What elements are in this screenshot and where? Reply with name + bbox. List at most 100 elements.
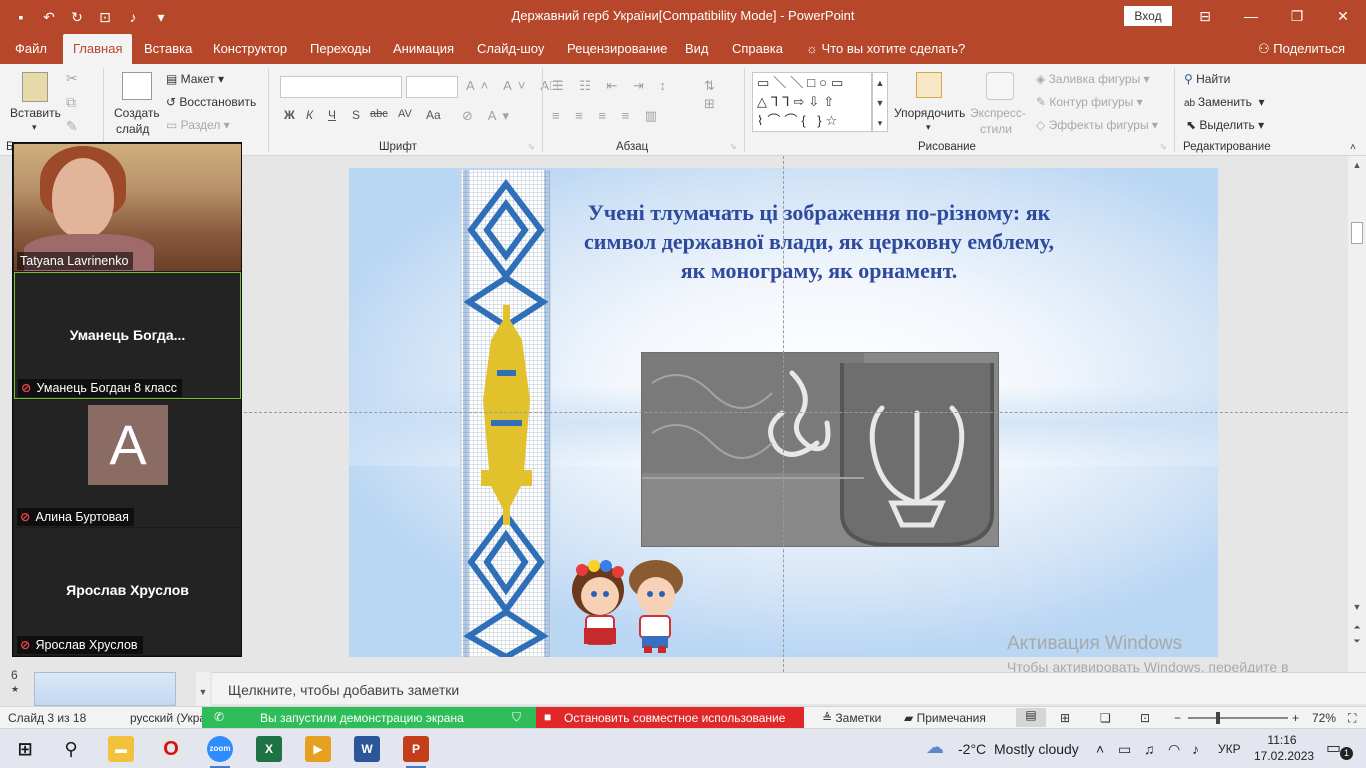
strikethrough-button[interactable]: abc bbox=[370, 108, 388, 120]
close-icon[interactable]: ✕ bbox=[1320, 4, 1366, 28]
system-clock[interactable]: 11:16 17.02.2023 bbox=[1254, 732, 1314, 764]
comments-toggle-button[interactable]: ▰ Примечания bbox=[904, 711, 986, 725]
search-icon[interactable]: ⚲ bbox=[58, 736, 84, 762]
paste-button[interactable]: Вставить bbox=[10, 106, 61, 120]
shape-fill-button[interactable]: ◈ Заливка фигуры ▾ bbox=[1036, 72, 1150, 86]
stop-sharing-button[interactable]: ■ Остановить совместное использование bbox=[536, 707, 804, 729]
slide-counter[interactable]: Слайд 3 из 18 bbox=[8, 711, 86, 725]
text-direction-icon[interactable]: ⇅ bbox=[704, 78, 721, 94]
reset-button[interactable]: ↺ Восстановить bbox=[166, 95, 256, 109]
shape-effects-button[interactable]: ◇ Эффекты фигуры ▾ bbox=[1036, 118, 1158, 132]
scroll-down-icon[interactable]: ▼ bbox=[1348, 602, 1366, 612]
zoom-slider[interactable] bbox=[1188, 712, 1288, 724]
replace-button[interactable]: ab Заменить ▾ bbox=[1184, 95, 1265, 109]
layout-button[interactable]: ▤ Макет ▾ bbox=[166, 72, 224, 86]
word-icon[interactable]: W bbox=[354, 736, 380, 762]
underline-button[interactable]: Ч bbox=[328, 108, 336, 122]
fit-slide-icon[interactable]: ⛶ bbox=[1348, 711, 1356, 726]
tab-animations[interactable]: Анимация bbox=[393, 41, 454, 56]
align-text-icon[interactable]: ⊞ bbox=[704, 96, 721, 112]
show-hidden-icons[interactable]: ˄ bbox=[1096, 741, 1104, 757]
input-language[interactable]: УКР bbox=[1218, 742, 1241, 756]
normal-view-icon[interactable]: ▤ bbox=[1016, 708, 1046, 727]
zoom-level[interactable]: 72% bbox=[1312, 711, 1336, 725]
cut-icon[interactable]: ✂ bbox=[66, 70, 78, 87]
video-player-icon[interactable]: ▶ bbox=[305, 736, 331, 762]
bold-button[interactable]: Ж bbox=[284, 108, 295, 122]
participant-tile[interactable]: Tatyana Lavrinenko bbox=[14, 144, 241, 271]
thumbnail-pane-scroll[interactable]: ▼ bbox=[196, 672, 210, 706]
tab-design[interactable]: Конструктор bbox=[213, 41, 287, 56]
next-slide-icon[interactable]: ⏷ bbox=[1348, 636, 1366, 647]
restore-icon[interactable]: ❐ bbox=[1274, 4, 1320, 28]
previous-slide-icon[interactable]: ⏶ bbox=[1348, 622, 1366, 633]
participant-tile-speaking[interactable]: Уманець Богда... ⊘ Уманець Богдан 8 класс bbox=[14, 272, 241, 399]
arrange-dropdown-icon[interactable]: ▾ bbox=[926, 122, 931, 133]
shapes-gallery-scroll[interactable]: ▲ ▼ ▾ bbox=[872, 72, 888, 132]
tell-me-search[interactable]: ☼ Что вы хотите сделать? bbox=[806, 41, 965, 56]
scroll-up-icon[interactable]: ▲ bbox=[1348, 160, 1366, 170]
minimize-icon[interactable]: — bbox=[1228, 4, 1274, 28]
tab-insert[interactable]: Вставка bbox=[144, 41, 192, 56]
weather-temp[interactable]: -2°C bbox=[958, 741, 986, 757]
share-button[interactable]: ⚇ Поделиться bbox=[1258, 41, 1345, 57]
char-spacing-button[interactable]: AV bbox=[398, 108, 412, 120]
italic-button[interactable]: К bbox=[306, 108, 313, 122]
slideshow-view-icon[interactable]: ⊡ bbox=[1140, 711, 1150, 725]
slide-title-text[interactable]: Учені тлумачать ці зображення по-різному… bbox=[574, 198, 1064, 285]
opera-icon[interactable]: O bbox=[158, 736, 184, 762]
new-slide-icon[interactable] bbox=[122, 72, 152, 100]
tab-view[interactable]: Вид bbox=[685, 41, 709, 56]
new-slide-line1[interactable]: Создать bbox=[114, 106, 160, 120]
zoom-icon[interactable]: zoom bbox=[207, 736, 233, 768]
arrange-button[interactable]: Упорядочить bbox=[894, 106, 965, 120]
format-painter-icon[interactable]: ✎ bbox=[66, 118, 78, 135]
shapes-gallery[interactable]: ▭＼＼□○▭ △⅂⅂⇨⇩⇧ ⌇⌒⌒{ }☆ bbox=[752, 72, 872, 132]
shape-outline-button[interactable]: ✎ Контур фигуры ▾ bbox=[1036, 95, 1143, 109]
drawing-dialog-launcher-icon[interactable]: ⬂ bbox=[1160, 142, 1167, 151]
quick-styles-line2[interactable]: стили bbox=[980, 122, 1012, 136]
zoom-out-button[interactable]: − bbox=[1174, 711, 1181, 725]
participant-tile[interactable]: A ⊘ Алина Буртовая bbox=[14, 400, 241, 527]
weather-text[interactable]: Mostly cloudy bbox=[994, 741, 1079, 757]
participant-tile[interactable]: Ярослав Хруслов ⊘ Ярослав Хруслов bbox=[14, 528, 241, 655]
font-size-combo[interactable] bbox=[406, 76, 458, 98]
paste-dropdown-icon[interactable]: ▾ bbox=[32, 122, 37, 133]
microphone-icon[interactable]: ♫ bbox=[1144, 741, 1155, 757]
quick-styles-icon[interactable] bbox=[986, 72, 1014, 100]
font-size-buttons[interactable]: A˄ A˅ A⃠ bbox=[466, 78, 565, 93]
network-device-icon[interactable]: ▭ bbox=[1118, 741, 1131, 758]
tab-transitions[interactable]: Переходы bbox=[310, 41, 371, 56]
section-button[interactable]: ▭ Раздел ▾ bbox=[166, 118, 230, 132]
wifi-icon[interactable]: ◠ bbox=[1168, 741, 1180, 758]
zoom-in-button[interactable]: + bbox=[1292, 711, 1299, 725]
ribbon-display-icon[interactable]: ⊟ bbox=[1182, 4, 1228, 28]
notes-toggle-button[interactable]: ≜ Заметки bbox=[822, 711, 881, 725]
change-case-button[interactable]: Aa bbox=[426, 108, 441, 122]
excel-icon[interactable]: X bbox=[256, 736, 282, 762]
find-button[interactable]: ⚲ Найти bbox=[1184, 72, 1230, 86]
notification-center-icon[interactable]: ▭ bbox=[1326, 738, 1341, 758]
tab-file[interactable]: Файл bbox=[15, 41, 47, 56]
collapse-ribbon-icon[interactable]: ˄ bbox=[1350, 142, 1356, 153]
select-button[interactable]: ⬉ Выделить ▾ bbox=[1186, 118, 1264, 132]
tab-review[interactable]: Рецензирование bbox=[567, 41, 667, 56]
slide-sorter-icon[interactable]: ⊞ bbox=[1060, 711, 1070, 725]
font-dialog-launcher-icon[interactable]: ⬂ bbox=[528, 142, 535, 151]
shadow-button[interactable]: S bbox=[352, 108, 360, 122]
language-indicator[interactable]: русский (Укра bbox=[130, 711, 206, 725]
sign-in-button[interactable]: Вход bbox=[1124, 6, 1172, 26]
list-buttons[interactable]: ☰ ☷ ⇤ ⇥ ↕ bbox=[552, 78, 672, 94]
file-explorer-icon[interactable]: ▬ bbox=[108, 736, 134, 762]
tab-home[interactable]: Главная bbox=[63, 34, 133, 64]
alignment-buttons[interactable]: ≡ ≡ ≡ ≡ ▥ bbox=[552, 108, 663, 124]
notes-placeholder[interactable]: Щелкните, чтобы добавить заметки bbox=[228, 682, 459, 698]
notes-pane[interactable]: Щелкните, чтобы добавить заметки bbox=[212, 672, 1366, 704]
arrange-icon[interactable] bbox=[916, 72, 942, 98]
paste-icon[interactable] bbox=[22, 72, 48, 102]
quick-styles-line1[interactable]: Экспресс- bbox=[970, 106, 1026, 120]
powerpoint-icon[interactable]: P bbox=[403, 736, 429, 768]
reading-view-icon[interactable]: ❏ bbox=[1100, 711, 1111, 725]
tab-slideshow[interactable]: Слайд-шоу bbox=[477, 41, 544, 56]
font-color-buttons[interactable]: ⊘ A▾ bbox=[462, 108, 515, 124]
